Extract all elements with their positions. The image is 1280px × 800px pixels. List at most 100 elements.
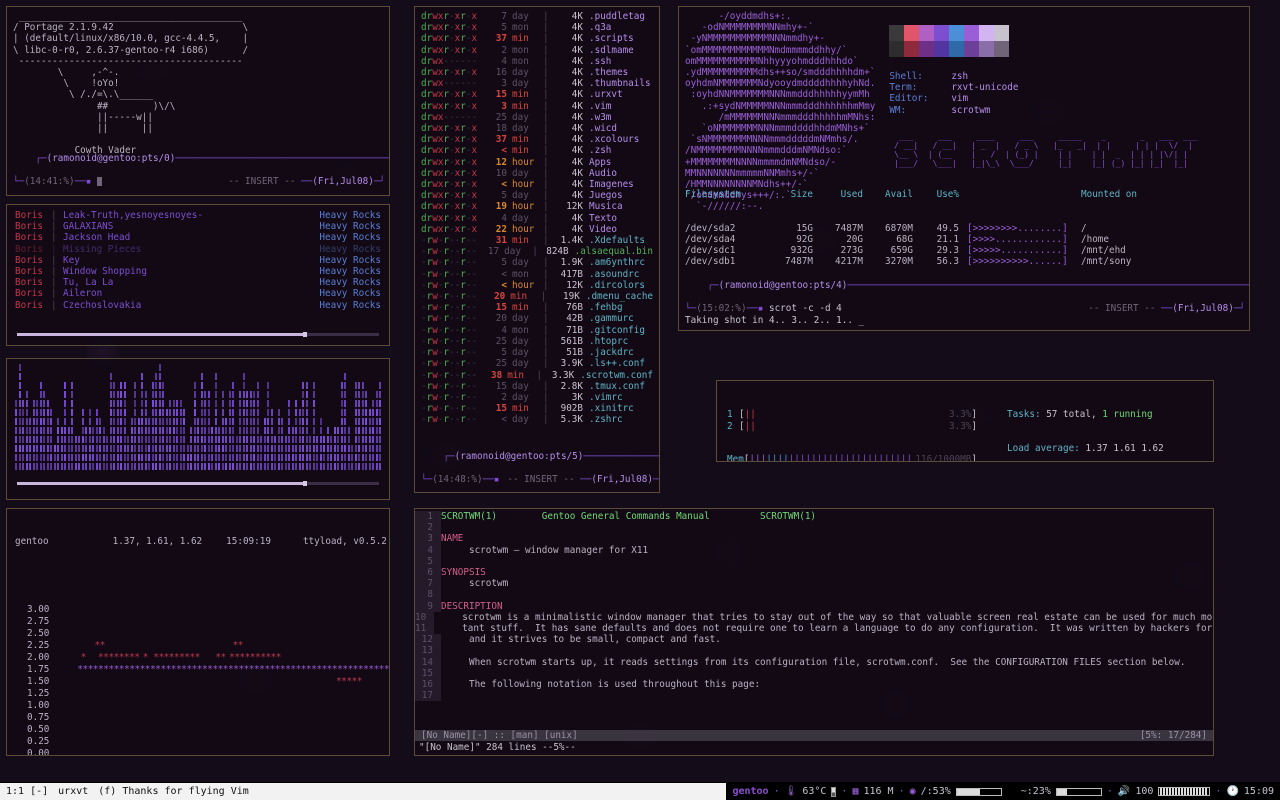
file-name[interactable]: .thumbnails xyxy=(583,78,651,89)
file-name[interactable]: .gitconfig xyxy=(583,325,645,336)
file-name[interactable]: .am6ynthrc xyxy=(583,257,645,268)
file-row[interactable]: -rw-r--r--5day|1.9K.am6ynthrc xyxy=(421,257,653,268)
file-name[interactable]: Juegos xyxy=(583,190,623,201)
file-row[interactable]: drwxr-xr-x16day|4K.themes xyxy=(421,67,653,78)
terminal-window-system-info[interactable]: -/oyddmdhs+:. -odNMMMMMMMMNNmhy+-` -yNMM… xyxy=(678,6,1250,331)
file-row[interactable]: -rw-r--r--4mon|71B.gitconfig xyxy=(421,325,653,336)
file-name[interactable]: .q3a xyxy=(583,22,611,33)
playlist-row[interactable]: Boris|Tu, La LaHeavy Rocks xyxy=(15,277,381,288)
status-bar-right[interactable]: gentoo · 🌡 63°C · ▦ 116 M · ◉ /:53% ~:23… xyxy=(726,783,1280,800)
file-name[interactable]: .dmenu_cache xyxy=(580,291,653,302)
file-name[interactable]: .gammurc xyxy=(583,313,634,324)
file-row[interactable]: -rw-r--r--20day|42B.gammurc xyxy=(421,313,653,324)
file-row[interactable]: drwxr-xr-x10day|4KAudio xyxy=(421,168,653,179)
file-row[interactable]: -rw-r--r--<day|5.3K.zshrc xyxy=(421,414,653,425)
file-name[interactable]: .alsaequal.bin xyxy=(569,246,653,257)
file-row[interactable]: drwxr-xr-x37min|4K.scripts xyxy=(421,33,653,44)
file-name[interactable]: .ls++.conf xyxy=(583,358,645,369)
file-row[interactable]: -rw-r--r--15day|2.8K.tmux.conf xyxy=(421,381,653,392)
volume-meter[interactable] xyxy=(1158,787,1210,796)
vim-window-man-page[interactable]: 1SCROTWM(1) Gentoo General Commands Manu… xyxy=(414,508,1214,756)
file-row[interactable]: -rw-r--r--15min|902B.xinitrc xyxy=(421,403,653,414)
file-name[interactable]: .jackdrc xyxy=(583,347,634,358)
file-row[interactable]: drwxr-xr-x2mon|4K.sdlmame xyxy=(421,45,653,56)
file-name[interactable]: Imagenes xyxy=(583,179,634,190)
file-row[interactable]: drwx------3day|4K.thumbnails xyxy=(421,78,653,89)
file-name[interactable]: .xinitrc xyxy=(583,403,634,414)
file-name[interactable]: Apps xyxy=(583,157,611,168)
file-name[interactable]: .sdlmame xyxy=(583,45,634,56)
file-row[interactable]: drwxr-xr-x<min|4K.zsh xyxy=(421,145,653,156)
playlist-row[interactable]: Boris|Leak-Truth,yesnoyesnoyes-Heavy Roc… xyxy=(15,210,381,221)
file-row[interactable]: drwxr-xr-x3min|4K.vim xyxy=(421,101,653,112)
file-name[interactable]: .htoprc xyxy=(583,336,628,347)
file-name[interactable]: .zshrc xyxy=(583,414,623,425)
ttyload-graph-window[interactable]: gentoo 1.37, 1.61, 1.62 15:09:19 ttyload… xyxy=(6,508,390,756)
man-page-content[interactable]: 1SCROTWM(1) Gentoo General Commands Manu… xyxy=(415,509,1213,701)
playlist-row[interactable]: Boris|Missing PiecesHeavy Rocks xyxy=(15,244,381,255)
file-row[interactable]: drwxr-xr-x7day|4K.puddletag xyxy=(421,11,653,22)
terminal-window-file-listing[interactable]: drwxr-xr-x7day|4K.puddletagdrwxr-xr-x5mo… xyxy=(414,6,660,493)
desktop-status-bar[interactable]: 1:1 [-] urxvt (f) Thanks for flying Vim … xyxy=(0,782,1280,800)
file-row[interactable]: drwxr-xr-x<hour|4KImagenes xyxy=(421,179,653,190)
file-name[interactable]: .ssh xyxy=(583,56,611,67)
file-name[interactable]: .vim xyxy=(583,101,611,112)
file-name[interactable]: .w3m xyxy=(583,112,611,123)
playlist-row[interactable]: Boris|Jackson HeadHeavy Rocks xyxy=(15,232,381,243)
file-row[interactable]: drwxr-xr-x37min|4K.xcolours xyxy=(421,134,653,145)
file-row[interactable]: drwxr-xr-x5mon|4K.q3a xyxy=(421,22,653,33)
file-name[interactable]: .fehbg xyxy=(583,302,623,313)
file-name[interactable]: .xcolours xyxy=(583,134,639,145)
music-player-playlist-window[interactable]: Boris|Leak-Truth,yesnoyesnoyes-Heavy Roc… xyxy=(6,204,390,346)
file-row[interactable]: -rw-r--r--25day|561B.htoprc xyxy=(421,336,653,347)
file-row[interactable]: -rw-r--r--38min|3.3K.scrotwm.conf xyxy=(421,370,653,381)
file-name[interactable]: .scrotwm.conf xyxy=(574,370,653,381)
htop-window[interactable]: 1[||3.3%]2[||3.3%] Mem[ ||||||||||||||||… xyxy=(716,380,1214,462)
file-row[interactable]: -rw-r--r--5day|51B.jackdrc xyxy=(421,347,653,358)
file-name[interactable]: .Xdefaults xyxy=(583,235,645,246)
file-row[interactable]: -rw-r--r--31min|1.4K.Xdefaults xyxy=(421,235,653,246)
file-row[interactable]: drwx------25day|4K.w3m xyxy=(421,112,653,123)
visualizer-progress-track[interactable] xyxy=(17,482,379,485)
file-row[interactable]: -rw-r--r--<mon|417B.asoundrc xyxy=(421,269,653,280)
playlist-row[interactable]: Boris|AileronHeavy Rocks xyxy=(15,288,381,299)
file-name[interactable]: .vimrc xyxy=(583,392,623,403)
music-progress-track[interactable] xyxy=(17,333,379,336)
line-number: 1 xyxy=(415,511,441,522)
file-name[interactable]: Musica xyxy=(583,201,623,212)
playlist[interactable]: Boris|Leak-Truth,yesnoyesnoyes-Heavy Roc… xyxy=(7,205,389,311)
file-name[interactable]: .urxvt xyxy=(583,89,623,100)
file-name[interactable]: .dircolors xyxy=(583,280,645,291)
file-row[interactable]: -rw-r--r--<hour|12K.dircolors xyxy=(421,280,653,291)
file-name[interactable]: .wicd xyxy=(583,123,617,134)
file-row[interactable]: drwxr-xr-x5day|4KJuegos xyxy=(421,190,653,201)
playlist-row[interactable]: Boris|Window ShoppingHeavy Rocks xyxy=(15,266,381,277)
file-name[interactable]: Video xyxy=(583,224,617,235)
file-row[interactable]: drwxr-xr-x22hour|4KVideo xyxy=(421,224,653,235)
file-name[interactable]: .themes xyxy=(583,67,628,78)
file-name[interactable]: .puddletag xyxy=(583,11,645,22)
playlist-row[interactable]: Boris|CzechoslovakiaHeavy Rocks xyxy=(15,300,381,311)
file-row[interactable]: drwxr-xr-x4day|4KTexto xyxy=(421,213,653,224)
terminal-window-portage-cowsay[interactable]: ________________________________________… xyxy=(6,6,390,196)
playlist-row[interactable]: Boris|GALAXIANSHeavy Rocks xyxy=(15,221,381,232)
file-row[interactable]: drwxr-xr-x19hour|12KMusica xyxy=(421,201,653,212)
file-row[interactable]: -rw-r--r--15min|76B.fehbg xyxy=(421,302,653,313)
file-name[interactable]: Audio xyxy=(583,168,617,179)
file-row[interactable]: drwxr-xr-x12hour|4KApps xyxy=(421,157,653,168)
file-row[interactable]: -rw-r--r--2day|3K.vimrc xyxy=(421,392,653,403)
playlist-row[interactable]: Boris|KeyHeavy Rocks xyxy=(15,255,381,266)
file-row[interactable]: -rw-r--r--17day|824B.alsaequal.bin xyxy=(421,246,653,257)
file-name[interactable]: .zsh xyxy=(583,145,611,156)
audio-visualizer-window[interactable] xyxy=(6,358,390,500)
file-name[interactable]: .asoundrc xyxy=(583,269,639,280)
file-listing[interactable]: drwxr-xr-x7day|4K.puddletagdrwxr-xr-x5mo… xyxy=(415,7,659,426)
file-row[interactable]: -rw-r--r--20min|19K.dmenu_cache xyxy=(421,291,653,302)
file-name[interactable]: .scripts xyxy=(583,33,634,44)
file-name[interactable]: .tmux.conf xyxy=(583,381,645,392)
file-row[interactable]: -rw-r--r--25day|3.9K.ls++.conf xyxy=(421,358,653,369)
file-row[interactable]: drwxr-xr-x15min|4K.urxvt xyxy=(421,89,653,100)
file-row[interactable]: drwxr-xr-x18day|4K.wicd xyxy=(421,123,653,134)
file-name[interactable]: Texto xyxy=(583,213,617,224)
file-row[interactable]: drwx------4mon|4K.ssh xyxy=(421,56,653,67)
